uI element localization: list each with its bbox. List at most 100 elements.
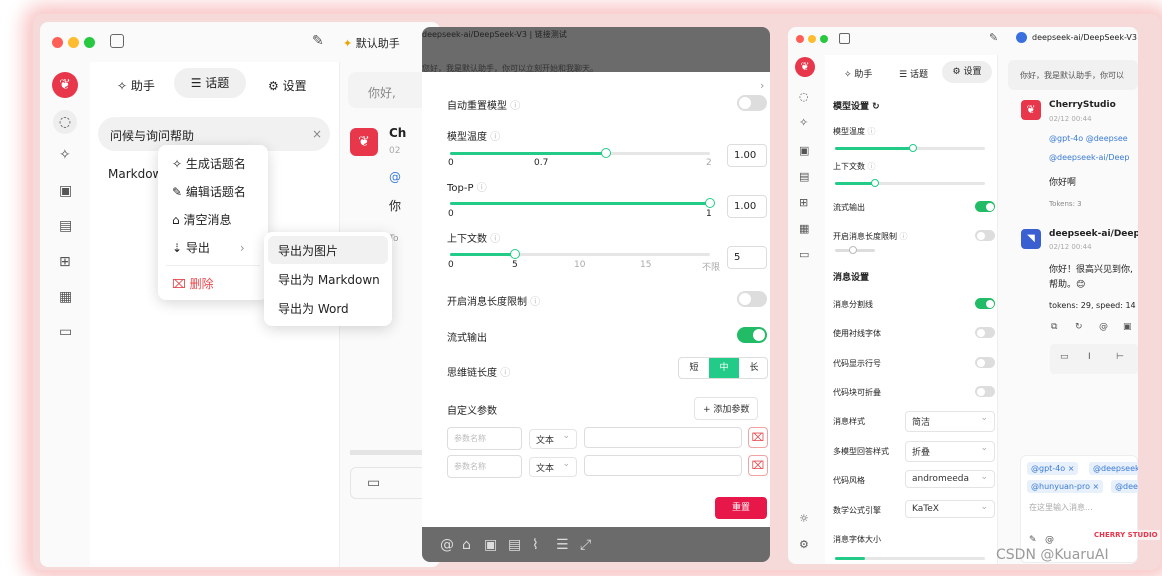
- maximize-dot[interactable]: [820, 35, 828, 43]
- at-icon[interactable]: @: [1045, 536, 1054, 545]
- sparkle-icon[interactable]: ✧: [59, 148, 71, 162]
- header-chip[interactable]: ✦ 默认助手: [343, 35, 400, 51]
- attach-icon[interactable]: ⌇: [532, 538, 539, 552]
- export-image[interactable]: 导出为图片: [278, 242, 338, 259]
- reasoning-short[interactable]: 短: [679, 358, 709, 378]
- param-name-input[interactable]: 参数名称: [447, 455, 522, 478]
- edit-icon[interactable]: ✎: [1029, 536, 1037, 545]
- image-icon[interactable]: ▣: [799, 145, 809, 156]
- max-tokens-toggle[interactable]: [737, 291, 767, 307]
- model-tag[interactable]: @dee: [1111, 480, 1138, 493]
- image-icon[interactable]: ▤: [508, 538, 521, 552]
- menu-edit-title[interactable]: ✎ 编辑话题名: [172, 183, 246, 200]
- multi-model-select[interactable]: 折叠: [905, 441, 995, 462]
- folder-icon[interactable]: ▭: [799, 249, 809, 260]
- param-name-input[interactable]: 参数名称: [447, 427, 522, 450]
- top-p-input[interactable]: 1.00: [727, 195, 767, 218]
- serif-font-toggle[interactable]: [975, 327, 995, 338]
- edit-icon[interactable]: ✎: [989, 32, 998, 43]
- tab-assistant[interactable]: ✧ 助手: [117, 77, 155, 94]
- at-icon[interactable]: @: [1099, 323, 1108, 332]
- image-add-icon[interactable]: ▤: [799, 171, 809, 182]
- max-tokens-slider[interactable]: [835, 246, 875, 254]
- width-icon[interactable]: ⊢: [1116, 353, 1124, 362]
- param-value-input[interactable]: [584, 427, 742, 448]
- close-icon[interactable]: ×: [312, 127, 322, 141]
- divider-toggle[interactable]: [975, 298, 995, 309]
- minimize-dot[interactable]: [808, 35, 816, 43]
- menu-delete[interactable]: ⌧ 删除: [172, 275, 214, 292]
- math-engine-select[interactable]: KaTeX: [905, 500, 995, 518]
- maximize-dot[interactable]: [84, 37, 95, 48]
- code-style-select[interactable]: andromeeda: [905, 470, 995, 488]
- expand-icon[interactable]: ⤢: [580, 538, 591, 552]
- context-input[interactable]: 5: [727, 246, 767, 269]
- folder-icon[interactable]: ▭: [1060, 353, 1069, 362]
- minimize-dot[interactable]: [68, 37, 79, 48]
- line-numbers-toggle[interactable]: [975, 357, 995, 368]
- add-param-button[interactable]: + 添加参数: [694, 397, 759, 420]
- at-icon[interactable]: @: [440, 538, 454, 552]
- reasoning-long[interactable]: 长: [739, 358, 769, 378]
- export-word[interactable]: 导出为 Word: [278, 300, 349, 317]
- stream-toggle[interactable]: [737, 327, 767, 343]
- sidebar-toggle-icon[interactable]: [839, 33, 850, 44]
- temperature-input[interactable]: 1.00: [727, 144, 767, 167]
- apps-icon[interactable]: ⊞: [799, 197, 808, 208]
- top-p-slider[interactable]: [450, 198, 715, 208]
- max-tokens-toggle[interactable]: [975, 230, 995, 241]
- apps-icon[interactable]: ⊞: [59, 255, 71, 269]
- close-dot[interactable]: [796, 35, 804, 43]
- export-markdown[interactable]: 导出为 Markdown: [278, 271, 380, 288]
- menu-generate-title[interactable]: ✧ 生成话题名: [172, 155, 246, 172]
- chat-icon[interactable]: ◌: [53, 110, 77, 134]
- sparkle-icon[interactable]: ✧: [799, 117, 808, 128]
- param-type-select[interactable]: 文本: [529, 457, 577, 477]
- trash-icon[interactable]: ⌧: [748, 455, 768, 476]
- auto-reset-toggle[interactable]: [737, 95, 767, 111]
- code-collapse-toggle[interactable]: [975, 386, 995, 397]
- model-tag[interactable]: @hunyuan-pro ×: [1027, 480, 1104, 493]
- image-add-icon[interactable]: ▤: [59, 219, 72, 233]
- text-cursor-icon[interactable]: I: [1088, 353, 1091, 362]
- edit-icon[interactable]: ✎: [312, 34, 324, 48]
- image-icon[interactable]: ▣: [1123, 323, 1132, 332]
- file-search-icon[interactable]: ▦: [799, 223, 809, 234]
- temperature-slider[interactable]: [450, 148, 710, 158]
- model-tag[interactable]: @gpt-4o ×: [1027, 462, 1079, 475]
- param-type-select[interactable]: 文本: [529, 429, 577, 449]
- theme-icon[interactable]: ☼: [799, 513, 809, 524]
- gear-icon[interactable]: ⚙: [799, 539, 809, 550]
- copy-icon[interactable]: ⧉: [1051, 323, 1057, 332]
- menu-clear[interactable]: ⌂ 清空消息: [172, 211, 231, 228]
- image-icon[interactable]: ▣: [59, 184, 72, 198]
- trash-icon[interactable]: ⌧: [748, 427, 768, 448]
- param-value-input[interactable]: [584, 455, 742, 476]
- close-icon[interactable]: ›: [760, 80, 764, 91]
- tab-settings[interactable]: ⚙ 设置: [942, 61, 992, 83]
- refresh-icon[interactable]: ↻: [872, 102, 880, 112]
- translate-icon[interactable]: ▣: [484, 538, 497, 552]
- topic-item[interactable]: Markdow: [108, 167, 162, 181]
- tab-assistant[interactable]: ✧ 助手: [844, 67, 872, 80]
- context-slider[interactable]: [835, 179, 985, 187]
- folder-icon[interactable]: ▭: [59, 325, 72, 339]
- list-icon[interactable]: ☰: [556, 538, 569, 552]
- reasoning-medium[interactable]: 中: [709, 358, 739, 378]
- folder-icon[interactable]: ▭: [367, 476, 380, 490]
- tab-settings[interactable]: ⚙ 设置: [268, 77, 307, 94]
- stream-toggle[interactable]: [975, 201, 995, 212]
- font-size-slider[interactable]: [835, 557, 985, 560]
- chat-icon[interactable]: ◌: [799, 91, 809, 102]
- file-search-icon[interactable]: ▦: [59, 290, 72, 304]
- tab-topics[interactable]: ☰ 话题: [899, 67, 928, 80]
- menu-export[interactable]: ⇣ 导出 ›: [172, 239, 245, 256]
- temperature-slider[interactable]: [835, 144, 985, 152]
- tab-topics[interactable]: ☰ 话题: [174, 68, 246, 98]
- close-dot[interactable]: [52, 37, 63, 48]
- model-tag[interactable]: @deepseek: [1089, 462, 1138, 475]
- context-slider[interactable]: [450, 249, 710, 259]
- message-style-select[interactable]: 简洁: [905, 411, 995, 432]
- refresh-icon[interactable]: ↻: [1075, 323, 1083, 332]
- clear-icon[interactable]: ⌂: [462, 538, 471, 552]
